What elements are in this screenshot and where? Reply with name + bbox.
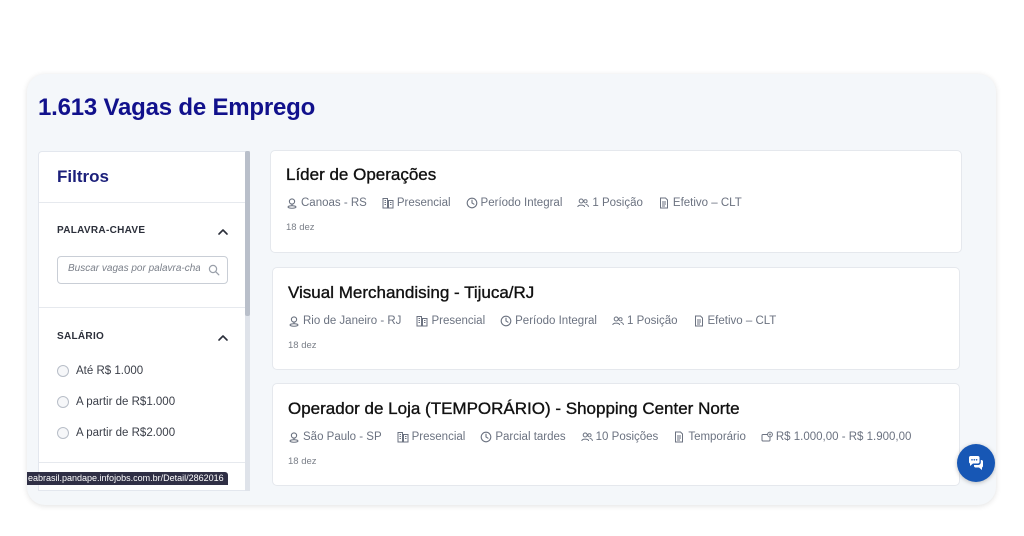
building-icon [397, 432, 409, 443]
clock-icon [480, 431, 492, 443]
job-card[interactable]: Líder de Operações Canoas - RS Presencia… [270, 150, 962, 253]
job-positions-text: 10 Posições [595, 431, 659, 443]
job-schedule: Parcial tardes [480, 431, 566, 443]
people-icon [580, 432, 593, 442]
salary-option-label: Até R$ 1.000 [76, 365, 144, 377]
job-positions: 10 Posições [580, 431, 659, 443]
job-date: 18 dez [288, 456, 317, 467]
salary-option[interactable]: Até R$ 1.000 [57, 363, 143, 379]
job-listing-page: 1.613 Vagas de Emprego Filtros PALAVRA-C… [27, 74, 996, 505]
job-title[interactable]: Visual Merchandising - Tijuca/RJ [288, 283, 535, 303]
job-schedule: Período Integral [466, 197, 563, 209]
map-pin-icon [289, 432, 299, 443]
job-positions: 1 Posição [612, 315, 678, 327]
chat-icon [969, 456, 983, 470]
job-card[interactable]: Operador de Loja (TEMPORÁRIO) - Shopping… [272, 383, 960, 486]
job-date: 18 dez [288, 340, 317, 351]
filters-scrollbar[interactable] [245, 151, 250, 491]
job-mode: Presencial [382, 197, 451, 209]
job-salary-text: R$ 1.000,00 - R$ 1.900,00 [775, 431, 912, 443]
building-icon [416, 316, 428, 327]
salary-option[interactable]: A partir de R$1.000 [57, 394, 175, 410]
chat-button[interactable] [957, 444, 995, 482]
job-schedule-text: Período Integral [480, 197, 563, 209]
job-mode: Presencial [397, 431, 466, 443]
job-meta: Rio de Janeiro - RJ Presencial Período I… [288, 315, 791, 327]
salary-option-label: A partir de R$1.000 [76, 396, 176, 408]
keyword-search-box[interactable] [57, 256, 228, 284]
page-title: 1.613 Vagas de Emprego [38, 94, 316, 121]
divider [39, 462, 246, 463]
job-contract-text: Temporário [688, 431, 746, 443]
status-bar-url: eabrasil.pandape.infojobs.com.br/Detail/… [27, 472, 228, 485]
map-pin-icon [289, 316, 299, 327]
job-location-text: Canoas - RS [301, 197, 367, 209]
document-icon [659, 197, 668, 209]
job-schedule-text: Parcial tardes [495, 431, 566, 443]
radio-button[interactable] [57, 365, 69, 377]
filters-panel: Filtros PALAVRA-CHAVE SALÁRIO Até R$ 1.0… [38, 151, 246, 491]
salary-option-label: A partir de R$2.000 [76, 427, 176, 439]
job-title[interactable]: Operador de Loja (TEMPORÁRIO) - Shopping… [288, 399, 740, 419]
job-meta: São Paulo - SP Presencial Parcial tardes… [288, 431, 926, 443]
people-icon [612, 316, 624, 326]
chevron-up-icon[interactable] [217, 332, 229, 344]
job-contract-text: Efetivo – CLT [672, 197, 742, 209]
people-icon [577, 198, 590, 208]
divider [39, 202, 246, 203]
job-positions-text: 1 Posição [626, 315, 678, 327]
search-icon[interactable] [208, 264, 220, 276]
chevron-up-icon[interactable] [217, 226, 229, 238]
job-salary: R$ 1.000,00 - R$ 1.900,00 [761, 431, 912, 443]
job-location: São Paulo - SP [288, 431, 382, 443]
divider [39, 307, 246, 308]
keyword-search-input[interactable] [68, 263, 200, 274]
keyword-section-label: PALAVRA-CHAVE [57, 225, 146, 236]
job-date: 18 dez [286, 222, 315, 233]
job-location: Rio de Janeiro - RJ [288, 315, 401, 327]
job-mode: Presencial [416, 315, 485, 327]
job-location-text: Rio de Janeiro - RJ [303, 315, 402, 327]
job-mode-text: Presencial [396, 197, 451, 209]
job-card[interactable]: Visual Merchandising - Tijuca/RJ Rio de … [272, 267, 960, 370]
money-icon [761, 431, 773, 442]
job-schedule: Período Integral [500, 315, 597, 327]
job-location: Canoas - RS [286, 197, 367, 209]
job-contract: Temporário [673, 431, 746, 443]
salary-option[interactable]: A partir de R$2.000 [57, 425, 175, 441]
job-positions-text: 1 Posição [592, 197, 643, 209]
clock-icon [466, 197, 477, 209]
radio-button[interactable] [57, 427, 69, 439]
job-meta: Canoas - RS Presencial Período Integral … [286, 197, 757, 209]
job-contract: Efetivo – CLT [693, 315, 777, 327]
job-contract-text: Efetivo – CLT [707, 315, 777, 327]
salary-section-label: SALÁRIO [57, 331, 105, 342]
job-mode-text: Presencial [431, 315, 486, 327]
job-mode-text: Presencial [411, 431, 466, 443]
job-title[interactable]: Líder de Operações [286, 165, 437, 185]
map-pin-icon [287, 198, 297, 209]
job-positions: 1 Posição [577, 197, 643, 209]
filters-title: Filtros [57, 167, 109, 186]
job-contract: Efetivo – CLT [658, 197, 742, 209]
scrollbar-thumb[interactable] [245, 151, 250, 316]
radio-button[interactable] [57, 396, 69, 408]
job-schedule-text: Período Integral [515, 315, 597, 327]
document-icon [694, 315, 703, 327]
clock-icon [500, 315, 512, 327]
building-icon [382, 198, 394, 209]
document-icon [675, 431, 684, 443]
job-location-text: São Paulo - SP [303, 431, 382, 443]
